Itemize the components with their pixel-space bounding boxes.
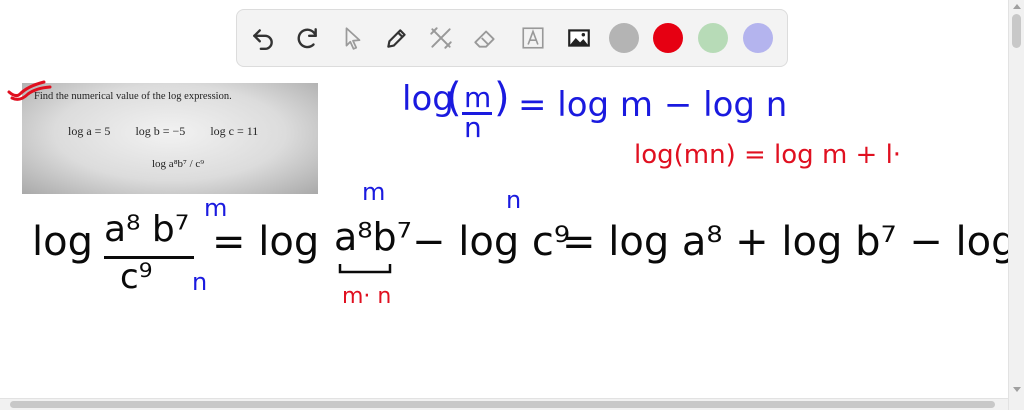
select-icon: [345, 27, 361, 50]
image-icon: [568, 29, 590, 47]
vertical-scroll-thumb[interactable]: [1012, 14, 1021, 48]
problem-expression: log a⁸b⁷ / c⁹: [152, 158, 205, 170]
pen-button[interactable]: [379, 20, 415, 56]
brace-label: m· n: [342, 284, 392, 309]
quotient-denominator: n: [464, 111, 482, 144]
problem-image: Find the numerical value of the log expr…: [22, 83, 318, 194]
color-green-swatch[interactable]: [698, 23, 728, 53]
text-button[interactable]: [515, 20, 551, 56]
main-step1-m-label: m: [362, 178, 386, 206]
given-log-b: log b = −5: [135, 124, 186, 138]
tools-icon: [430, 27, 452, 49]
scroll-up-arrow[interactable]: [1013, 4, 1021, 9]
undo-icon: [253, 29, 273, 51]
main-lhs-m-label: m: [204, 194, 228, 222]
vertical-scrollbar[interactable]: [1008, 0, 1024, 410]
color-purple-swatch[interactable]: [743, 23, 773, 53]
scroll-down-arrow[interactable]: [1013, 387, 1021, 392]
undo-button[interactable]: [245, 20, 281, 56]
drawing-toolbar: [236, 9, 788, 67]
quotient-numerator: m: [464, 81, 492, 114]
main-lhs-denominator: c⁹: [120, 257, 153, 297]
main-step1-rest: − log c⁹: [412, 219, 570, 265]
redo-button[interactable]: [289, 20, 325, 56]
pen-icon: [387, 29, 406, 48]
product-rule: log(mn) = log m + l·: [634, 140, 902, 170]
main-step1-n-label: n: [506, 186, 522, 214]
given-log-c: log c = 11: [210, 124, 259, 138]
redo-icon: [297, 28, 317, 49]
eraser-icon: [474, 30, 495, 48]
main-step1-term: a⁸b⁷: [334, 215, 412, 259]
given-values: log a = 5 log b = −5 log c = 11: [68, 124, 280, 139]
color-red-swatch[interactable]: [653, 23, 683, 53]
main-step1: = log: [212, 219, 320, 265]
select-button[interactable]: [335, 20, 371, 56]
problem-prompt: Find the numerical value of the log expr…: [34, 91, 232, 102]
color-gray-swatch[interactable]: [609, 23, 639, 53]
eraser-button[interactable]: [467, 20, 503, 56]
check-mark-annotation: [7, 80, 52, 101]
given-log-a: log a = 5: [68, 124, 111, 138]
product-brace: [338, 264, 392, 274]
horizontal-scrollbar[interactable]: [0, 398, 1008, 410]
main-step2: = log a⁸ + log b⁷ − log c⁹: [562, 219, 1024, 265]
image-button[interactable]: [561, 20, 597, 56]
main-lhs-numerator: a⁸ b⁷: [104, 209, 190, 250]
quotient-rule-rhs: = log m − log n: [518, 85, 788, 125]
main-lhs-log: log: [32, 219, 93, 265]
tools-button[interactable]: [423, 20, 459, 56]
horizontal-scroll-thumb[interactable]: [10, 401, 995, 408]
text-icon: [522, 27, 544, 49]
main-lhs-n-label: n: [192, 268, 208, 296]
